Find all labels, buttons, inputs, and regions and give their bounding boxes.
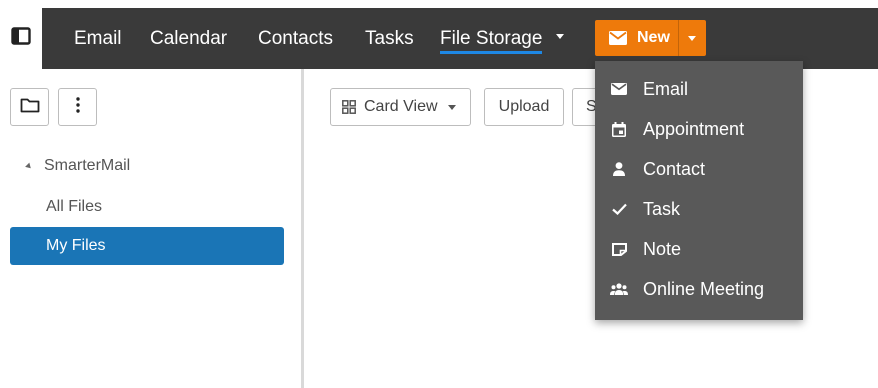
- menu-item-label: Appointment: [643, 118, 745, 139]
- group-icon: [595, 283, 643, 295]
- sidebar-resize-handle[interactable]: [301, 69, 304, 388]
- menu-item-label: Note: [643, 238, 682, 259]
- tree-root-smartermail[interactable]: SmarterMail: [25, 155, 131, 177]
- menu-item-contact[interactable]: Contact: [595, 149, 803, 189]
- sidebar: SmarterMail All Files My Files: [0, 69, 301, 388]
- grid-icon: [342, 100, 356, 114]
- card-view-label: Card View: [364, 98, 438, 115]
- new-dropdown-menu: Email Appointment Contact Task Note Onli…: [595, 61, 803, 320]
- sidebar-toggle-button[interactable]: [0, 8, 42, 69]
- envelope-icon: [595, 83, 643, 95]
- nav-contacts[interactable]: Contacts: [258, 8, 333, 69]
- card-view-dropdown[interactable]: Card View: [330, 88, 471, 126]
- envelope-icon: [609, 31, 627, 45]
- nav-tasks-label: Tasks: [365, 28, 414, 49]
- new-button[interactable]: New: [595, 20, 678, 56]
- nav-calendar[interactable]: Calendar: [150, 8, 227, 69]
- sidebar-panel-icon: [11, 27, 31, 50]
- tree-expand-icon: [25, 162, 33, 170]
- upload-label: Upload: [498, 98, 550, 115]
- chevron-down-icon: [688, 35, 697, 41]
- nav-contacts-label: Contacts: [258, 28, 333, 49]
- top-bar: Email Calendar Contacts Tasks File Stora…: [0, 8, 878, 69]
- checkmark-icon: [595, 203, 643, 215]
- nav-calendar-label: Calendar: [150, 28, 228, 49]
- new-split-button: New: [595, 20, 706, 56]
- new-button-label: New: [637, 29, 670, 46]
- more-vertical-icon: [75, 96, 80, 118]
- tree-item-label: All Files: [46, 198, 103, 215]
- menu-item-label: Contact: [643, 158, 706, 179]
- menu-item-note[interactable]: Note: [595, 229, 803, 269]
- calendar-icon: [595, 121, 643, 137]
- note-icon: [595, 242, 643, 256]
- nav-file-storage-label: File Storage: [440, 28, 543, 54]
- menu-item-task[interactable]: Task: [595, 189, 803, 229]
- new-dropdown-toggle[interactable]: [677, 20, 706, 56]
- folder-button[interactable]: [10, 88, 49, 126]
- menu-item-appointment[interactable]: Appointment: [595, 109, 803, 149]
- menu-item-label: Email: [643, 78, 689, 99]
- tree-item-my-files[interactable]: My Files: [10, 227, 284, 265]
- nav-file-storage[interactable]: File Storage: [440, 8, 564, 69]
- nav-email[interactable]: Email: [74, 8, 122, 69]
- menu-item-online-meeting[interactable]: Online Meeting: [595, 269, 803, 309]
- main-navigation: Email Calendar Contacts Tasks File Stora…: [42, 8, 878, 69]
- upload-button[interactable]: Upload: [484, 88, 564, 126]
- tree-root-label: SmarterMail: [44, 157, 131, 174]
- chevron-down-icon: [555, 34, 564, 40]
- tree-item-label: My Files: [46, 237, 106, 254]
- nav-email-label: Email: [74, 28, 122, 49]
- more-options-button[interactable]: [58, 88, 97, 126]
- tree-item-all-files[interactable]: All Files: [10, 188, 284, 226]
- menu-item-label: Task: [643, 198, 681, 219]
- menu-item-email[interactable]: Email: [595, 69, 803, 109]
- person-icon: [595, 162, 643, 176]
- chevron-down-icon: [447, 104, 456, 110]
- menu-item-label: Online Meeting: [643, 278, 765, 299]
- folder-icon: [20, 97, 40, 118]
- nav-tasks[interactable]: Tasks: [365, 8, 414, 69]
